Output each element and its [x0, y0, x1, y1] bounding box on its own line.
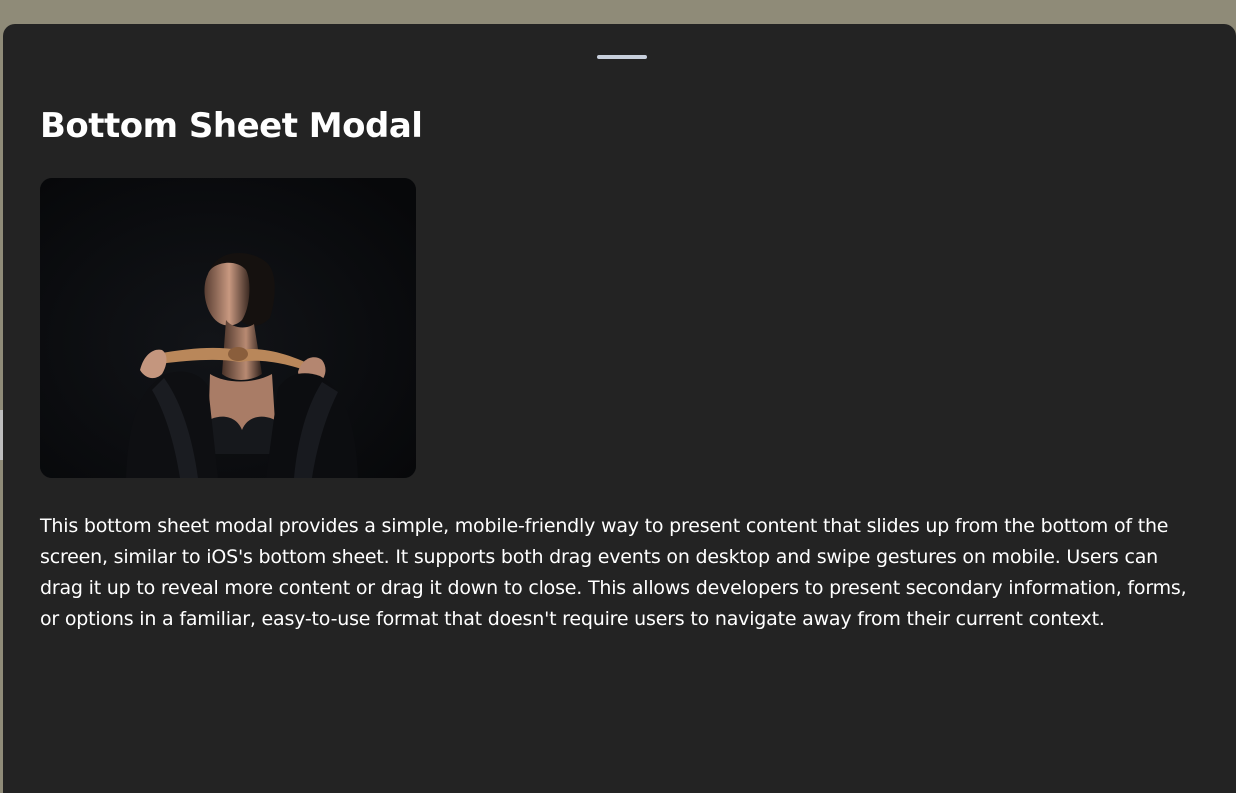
sheet-description: This bottom sheet modal provides a simpl… — [40, 515, 1187, 630]
portrait-illustration — [40, 178, 416, 478]
bottom-sheet[interactable]: Bottom Sheet Modal This bottom sheet mod… — [3, 24, 1236, 793]
drag-handle[interactable] — [597, 55, 647, 59]
sheet-title: Bottom Sheet Modal — [40, 106, 423, 146]
sheet-image — [40, 178, 416, 478]
